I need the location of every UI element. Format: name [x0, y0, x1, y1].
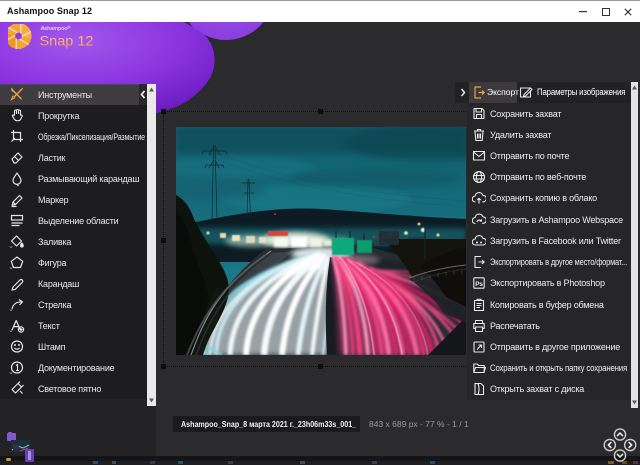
svg-text:Ps: Ps — [475, 281, 483, 288]
svg-text:Ashampoo®: Ashampoo® — [41, 24, 71, 32]
svg-text:Snap 12: Snap 12 — [40, 32, 94, 48]
